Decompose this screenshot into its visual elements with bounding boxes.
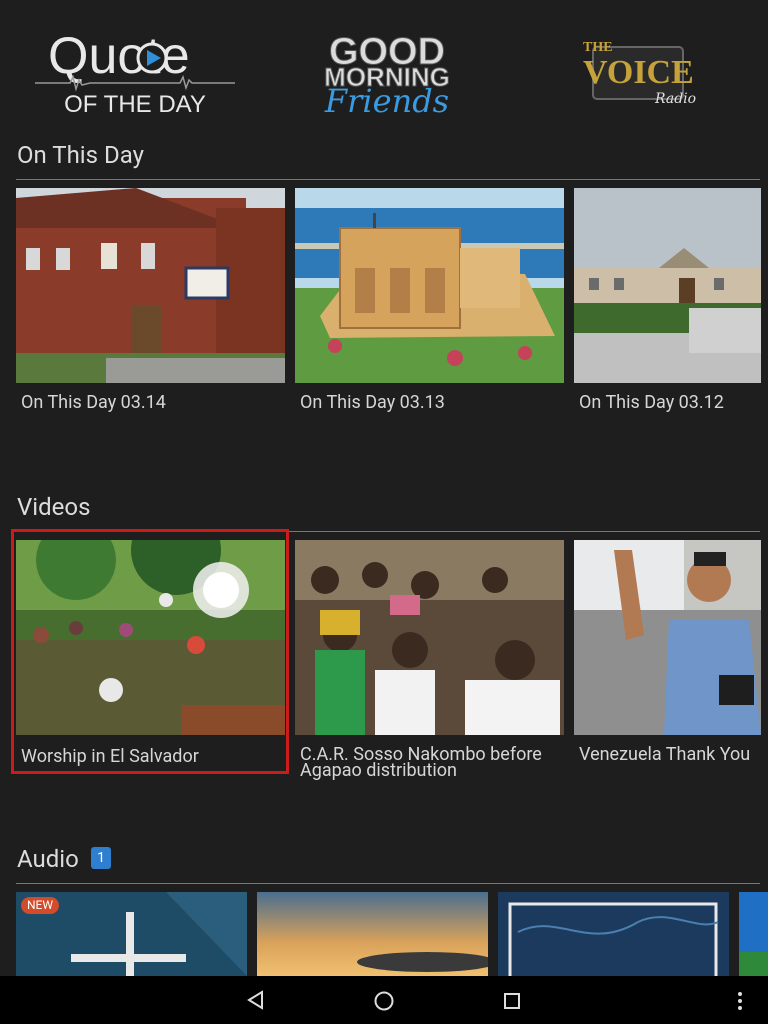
- thumbnail-image: [295, 188, 564, 383]
- voice-logo-graphic: THE VOICE Radio: [583, 40, 696, 107]
- home-icon[interactable]: [373, 990, 395, 1012]
- thumbnail-image: [16, 540, 285, 735]
- header-logos: Quote OF THE DAY GOOD MORNING Friends TH…: [0, 0, 768, 130]
- thumbnail-image: [257, 892, 488, 976]
- thumbnail-image: [574, 188, 761, 383]
- video-card[interactable]: C.A.R. Sosso Nakombo before Agapao distr…: [295, 540, 564, 780]
- new-badge: NEW: [21, 897, 60, 914]
- card-caption: C.A.R. Sosso Nakombo before Agapao distr…: [300, 744, 542, 781]
- on-this-day-card[interactable]: On This Day 03.14: [16, 188, 285, 418]
- audio-card[interactable]: [257, 892, 488, 976]
- on-this-day-card[interactable]: On This Day 03.13: [295, 188, 564, 418]
- quote-logo-word: Quote: [48, 27, 190, 85]
- back-icon[interactable]: [246, 990, 266, 1010]
- video-card-focused[interactable]: Worship in El Salvador: [11, 529, 289, 774]
- audio-card[interactable]: [498, 892, 729, 976]
- thumbnail-image: [295, 540, 564, 735]
- card-caption: On This Day 03.12: [579, 392, 724, 413]
- video-card[interactable]: Venezuela Thank You: [574, 540, 768, 780]
- thumbnail-image: [574, 540, 761, 735]
- the-word: THE: [583, 40, 613, 55]
- audio-count-badge: 1: [91, 847, 111, 869]
- voice-word: VOICE: [583, 54, 694, 91]
- on-this-day-card[interactable]: On This Day 03.12: [574, 188, 768, 418]
- recents-icon[interactable]: [502, 991, 522, 1011]
- section-title-audio: Audio: [17, 845, 79, 873]
- quote-logo-sub: OF THE DAY: [64, 91, 206, 118]
- thumbnail-image: [739, 892, 768, 976]
- audio-card[interactable]: NEW: [16, 892, 247, 976]
- good-morning-logo-graphic: GOOD MORNING Friends: [324, 31, 451, 121]
- thumbnail-image: [498, 892, 729, 976]
- audio-card[interactable]: [739, 892, 768, 976]
- section-divider: [16, 179, 760, 180]
- radio-word: Radio: [654, 91, 696, 107]
- card-caption: Venezuela Thank You: [579, 744, 751, 765]
- good-morning-friends-logo[interactable]: GOOD MORNING Friends: [300, 28, 475, 121]
- more-icon[interactable]: [735, 990, 745, 1012]
- card-caption: On This Day 03.13: [300, 392, 445, 413]
- section-divider: [16, 883, 760, 884]
- friends-word: Friends: [324, 82, 449, 118]
- card-caption: On This Day 03.14: [21, 392, 166, 413]
- quote-of-the-day-logo[interactable]: Quote OF THE DAY: [30, 25, 240, 120]
- section-title-on-this-day: On This Day: [17, 141, 144, 169]
- card-caption: Worship in El Salvador: [21, 746, 199, 767]
- section-title-videos: Videos: [17, 493, 91, 521]
- thumbnail-image: [16, 188, 285, 383]
- quote-logo-graphic: Quote OF THE DAY: [35, 27, 235, 118]
- system-navigation-bar: [0, 976, 768, 1024]
- the-voice-radio-logo[interactable]: THE VOICE Radio: [575, 35, 705, 110]
